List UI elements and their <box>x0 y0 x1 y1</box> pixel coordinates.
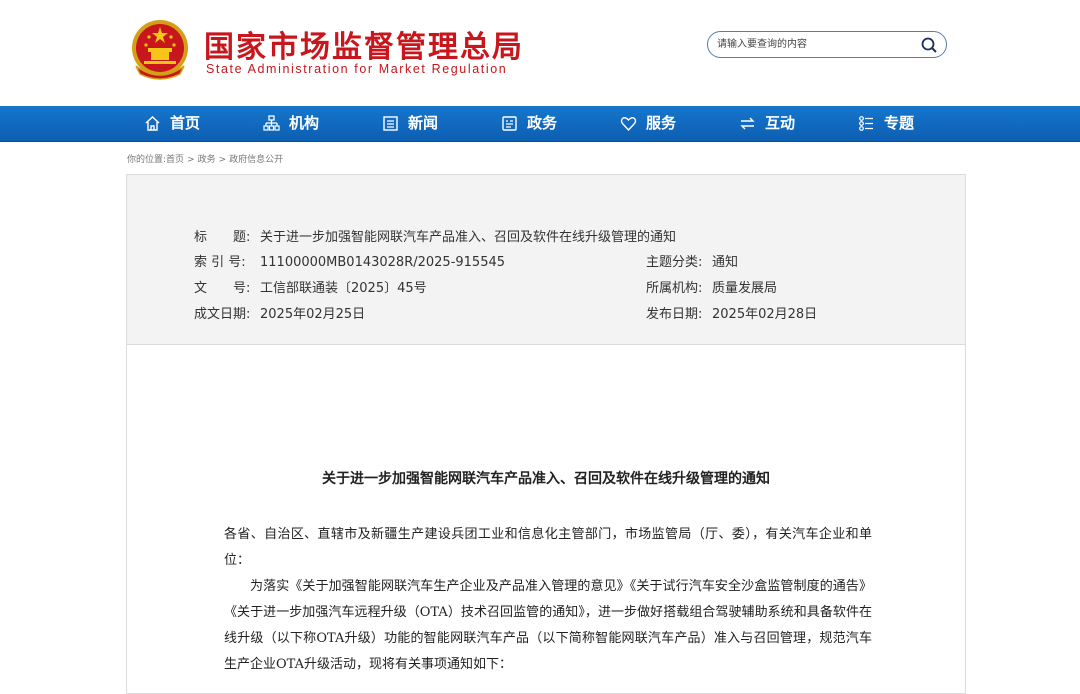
meta-index-row: 索 引 号: 11100000MB0143028R/2025-915545 <box>194 251 505 270</box>
main-nav: 首页 机构 新闻 政务 服务 互动 专题 <box>0 106 1080 142</box>
meta-docno-row: 文 号: 工信部联通装〔2025〕45号 <box>194 277 427 296</box>
nav-item-news[interactable]: 新闻 <box>382 106 438 141</box>
meta-topic-value: 通知 <box>712 255 739 270</box>
exchange-icon <box>740 117 755 130</box>
org-chart-icon <box>263 115 280 131</box>
meta-created-label: 成文日期: <box>194 307 251 322</box>
meta-published-value: 2025年02月28日 <box>712 307 818 322</box>
breadcrumb-home[interactable]: 首页 <box>166 155 184 165</box>
meta-topic-label: 主题分类: <box>646 255 703 270</box>
document-meta: 标 题: 关于进一步加强智能网联汽车产品准入、召回及软件在线升级管理的通知 索 引… <box>127 175 965 345</box>
nav-label: 首页 <box>170 114 201 132</box>
article-card: 标 题: 关于进一步加强智能网联汽车产品准入、召回及软件在线升级管理的通知 索 引… <box>126 174 966 694</box>
meta-docno-value: 工信部联通装〔2025〕45号 <box>260 281 427 296</box>
meta-created-value: 2025年02月25日 <box>260 307 366 322</box>
nav-label: 新闻 <box>408 114 439 132</box>
search-input[interactable] <box>717 36 907 53</box>
breadcrumb-separator: > <box>218 155 227 165</box>
meta-title-label: 标 题: <box>194 230 251 245</box>
meta-published-row: 发布日期: 2025年02月28日 <box>646 303 817 322</box>
search-icon[interactable] <box>920 36 938 54</box>
national-emblem-icon[interactable] <box>130 18 190 80</box>
nav-item-topics[interactable]: 专题 <box>858 106 914 141</box>
site-subtitle: State Administration for Market Regulati… <box>206 62 508 76</box>
nav-label: 专题 <box>884 114 915 132</box>
article-paragraph: 各省、自治区、直辖市及新疆生产建设兵团工业和信息化主管部门，市场监管局（厅、委）… <box>224 527 872 568</box>
meta-topic-row: 主题分类: 通知 <box>646 251 738 270</box>
search-box <box>707 31 947 58</box>
breadcrumb-separator: > <box>187 155 195 165</box>
nav-item-interact[interactable]: 互动 <box>739 106 795 141</box>
nav-label: 政务 <box>527 114 558 132</box>
meta-org-label: 所属机构: <box>646 281 703 296</box>
meta-created-row: 成文日期: 2025年02月25日 <box>194 303 365 322</box>
nav-label: 互动 <box>765 114 796 132</box>
nav-item-org[interactable]: 机构 <box>263 106 319 141</box>
meta-published-label: 发布日期: <box>646 307 703 322</box>
heart-icon <box>620 117 637 132</box>
topic-list-icon <box>859 116 873 131</box>
nav-item-home[interactable]: 首页 <box>144 106 200 141</box>
nav-label: 机构 <box>289 114 320 132</box>
nav-label: 服务 <box>646 114 677 132</box>
meta-index-value: 11100000MB0143028R/2025-915545 <box>260 255 506 270</box>
breadcrumb-public-info[interactable]: 政府信息公开 <box>229 155 283 165</box>
home-icon <box>145 116 160 131</box>
breadcrumb-prefix: 你的位置: <box>127 155 167 165</box>
breadcrumb: 你的位置:首页 > 政务 > 政府信息公开 <box>127 152 283 165</box>
news-icon <box>383 116 398 131</box>
meta-org-row: 所属机构: 质量发展局 <box>646 277 777 296</box>
meta-index-label: 索 引 号: <box>194 255 246 270</box>
meta-title-value: 关于进一步加强智能网联汽车产品准入、召回及软件在线升级管理的通知 <box>260 230 677 245</box>
article-title: 关于进一步加强智能网联汽车产品准入、召回及软件在线升级管理的通知 <box>322 471 770 487</box>
affairs-icon <box>502 116 517 131</box>
breadcrumb-affairs[interactable]: 政务 <box>198 155 216 165</box>
nav-item-service[interactable]: 服务 <box>620 106 676 141</box>
meta-title-row: 标 题: 关于进一步加强智能网联汽车产品准入、召回及软件在线升级管理的通知 <box>194 226 676 245</box>
article-paragraph: 为落实《关于加强智能网联汽车生产企业及产品准入管理的意见》《关于试行汽车安全沙盒… <box>224 579 872 672</box>
site-title: 国家市场监督管理总局 <box>204 30 524 65</box>
meta-docno-label: 文 号: <box>194 281 251 296</box>
nav-item-affairs[interactable]: 政务 <box>501 106 557 141</box>
meta-org-value: 质量发展局 <box>712 281 778 296</box>
site-header: 国家市场监督管理总局 State Administration for Mark… <box>0 0 1080 106</box>
